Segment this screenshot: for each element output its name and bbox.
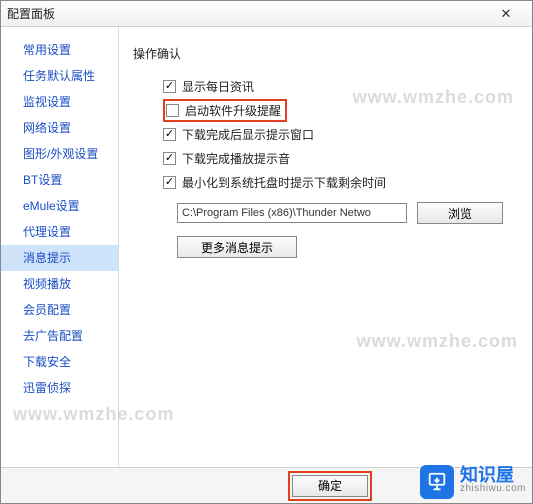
more-row: 更多消息提示 — [177, 236, 522, 258]
brand-icon — [420, 465, 454, 499]
ok-button[interactable]: 确定 — [292, 475, 368, 497]
sidebar: 常用设置任务默认属性监视设置网络设置图形/外观设置BT设置eMule设置代理设置… — [1, 27, 119, 467]
sidebar-item-1[interactable]: 任务默认属性 — [1, 63, 118, 89]
sidebar-item-10[interactable]: 会员配置 — [1, 297, 118, 323]
option-label-1: 启动软件升级提醒 — [185, 102, 281, 119]
highlight-box: 启动软件升级提醒 — [163, 99, 287, 122]
titlebar: 配置面板 ✕ — [1, 1, 532, 27]
path-row: 浏览 — [177, 202, 522, 224]
more-notifications-button[interactable]: 更多消息提示 — [177, 236, 297, 258]
option-label-2: 下载完成后显示提示窗口 — [182, 126, 314, 143]
browse-button[interactable]: 浏览 — [417, 202, 503, 224]
options-list: 显示每日资讯启动软件升级提醒下载完成后显示提示窗口下载完成播放提示音最小化到系统… — [133, 76, 522, 192]
sidebar-item-12[interactable]: 下载安全 — [1, 349, 118, 375]
option-row-4: 最小化到系统托盘时提示下载剩余时间 — [163, 172, 522, 192]
option-label-3: 下载完成播放提示音 — [182, 150, 290, 167]
sidebar-item-5[interactable]: BT设置 — [1, 167, 118, 193]
option-row-3: 下载完成播放提示音 — [163, 148, 522, 168]
sidebar-item-11[interactable]: 去广告配置 — [1, 323, 118, 349]
option-row-0: 显示每日资讯 — [163, 76, 522, 96]
option-row-1: 启动软件升级提醒 — [163, 100, 522, 120]
sidebar-item-9[interactable]: 视频播放 — [1, 271, 118, 297]
brand-name: 知识屋 — [460, 468, 526, 482]
sidebar-item-2[interactable]: 监视设置 — [1, 89, 118, 115]
sidebar-item-4[interactable]: 图形/外观设置 — [1, 141, 118, 167]
dialog-window: www.wmzhe.com www.wmzhe.com www.wmzhe.co… — [0, 0, 533, 504]
brand-badge: 知识屋 zhishiwu.com — [420, 465, 526, 499]
brand-domain: zhishiwu.com — [460, 482, 526, 496]
checkbox-4[interactable] — [163, 176, 176, 189]
sidebar-item-3[interactable]: 网络设置 — [1, 115, 118, 141]
checkbox-3[interactable] — [163, 152, 176, 165]
sidebar-item-6[interactable]: eMule设置 — [1, 193, 118, 219]
option-label-0: 显示每日资讯 — [182, 78, 254, 95]
sidebar-item-0[interactable]: 常用设置 — [1, 37, 118, 63]
option-row-2: 下载完成后显示提示窗口 — [163, 124, 522, 144]
sidebar-item-13[interactable]: 迅雷侦探 — [1, 375, 118, 401]
close-button[interactable]: ✕ — [486, 4, 526, 24]
brand-text: 知识屋 zhishiwu.com — [460, 468, 526, 496]
sound-path-input[interactable] — [177, 203, 407, 223]
option-label-4: 最小化到系统托盘时提示下载剩余时间 — [182, 174, 386, 191]
sidebar-item-8[interactable]: 消息提示 — [1, 245, 118, 271]
checkbox-2[interactable] — [163, 128, 176, 141]
checkbox-0[interactable] — [163, 80, 176, 93]
dialog-body: 常用设置任务默认属性监视设置网络设置图形/外观设置BT设置eMule设置代理设置… — [1, 27, 532, 467]
section-title: 操作确认 — [133, 45, 522, 62]
ok-highlight: 确定 — [288, 471, 372, 501]
checkbox-1[interactable] — [166, 104, 179, 117]
content-panel: 操作确认 显示每日资讯启动软件升级提醒下载完成后显示提示窗口下载完成播放提示音最… — [119, 27, 532, 467]
window-title: 配置面板 — [7, 5, 486, 22]
sidebar-item-7[interactable]: 代理设置 — [1, 219, 118, 245]
